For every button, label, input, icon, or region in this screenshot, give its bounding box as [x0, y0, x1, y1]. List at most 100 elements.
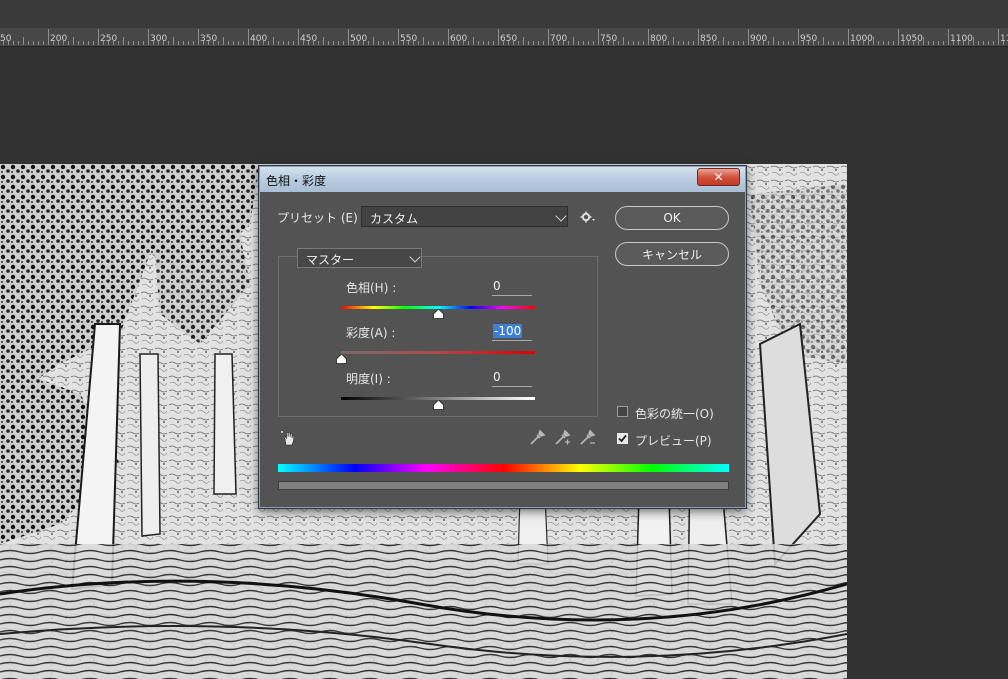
- ruler-tick-minor: [903, 41, 904, 45]
- ruler-tick-minor: [538, 41, 539, 45]
- ruler-tick-minor: [183, 41, 184, 45]
- ruler-tick-minor: [938, 41, 939, 45]
- lightness-field[interactable]: 0: [492, 370, 532, 387]
- ruler-tick-minor: [1003, 41, 1004, 45]
- eyedropper-minus-icon[interactable]: [578, 429, 596, 447]
- ruler-tick-minor: [58, 41, 59, 45]
- ruler-tick-major: [648, 29, 649, 45]
- ruler-tick-minor: [63, 41, 64, 45]
- ruler-tick-minor: [303, 41, 304, 45]
- ruler-tick-major: [548, 29, 549, 45]
- channel-select[interactable]: マスター: [297, 248, 422, 268]
- ruler-tick-minor: [778, 41, 779, 45]
- close-button[interactable]: ✕: [697, 168, 740, 186]
- ruler-tick-minor: [703, 41, 704, 45]
- ruler-tick-minor: [173, 37, 174, 45]
- ruler-tick-minor: [133, 41, 134, 45]
- ruler-tick-minor: [783, 41, 784, 45]
- ruler-tick-minor: [433, 41, 434, 45]
- ruler-tick-minor: [18, 41, 19, 45]
- colorize-label: 色彩の統一(O): [635, 407, 714, 421]
- ruler-tick-minor: [528, 41, 529, 45]
- ruler-tick-minor: [863, 41, 864, 45]
- ruler-tick-minor: [953, 41, 954, 45]
- ruler-tick-minor: [633, 41, 634, 45]
- preview-checkbox[interactable]: [617, 433, 628, 444]
- lightness-slider-thumb[interactable]: [432, 400, 444, 410]
- ruler-tick-minor: [988, 41, 989, 45]
- ruler-tick-minor: [483, 41, 484, 45]
- ruler-tick-minor: [493, 41, 494, 45]
- saturation-slider-track[interactable]: [341, 351, 535, 354]
- ruler-tick-major: [298, 29, 299, 45]
- ruler-tick-minor: [693, 41, 694, 45]
- eyedropper-plus-icon[interactable]: [553, 429, 571, 447]
- ruler-tick-major: [148, 29, 149, 45]
- ruler-tick-minor: [158, 41, 159, 45]
- ruler-tick-minor: [353, 41, 354, 45]
- ruler-tick-minor: [723, 37, 724, 45]
- ruler-tick-minor: [123, 37, 124, 45]
- ruler-tick-minor: [423, 37, 424, 45]
- chevron-down-icon: [555, 210, 567, 222]
- ruler-tick-major: [98, 29, 99, 45]
- saturation-field[interactable]: -100: [492, 324, 532, 341]
- cancel-button[interactable]: キャンセル: [615, 242, 729, 266]
- preset-select[interactable]: カスタム: [361, 206, 568, 227]
- ruler-tick-minor: [663, 41, 664, 45]
- ruler-tick-minor: [588, 41, 589, 45]
- ruler-tick-minor: [888, 41, 889, 45]
- adjustment-group: [278, 256, 598, 417]
- ruler-tick-minor: [968, 41, 969, 45]
- preview-label: プレビュー(P): [635, 434, 712, 448]
- hand-adjust-icon[interactable]: [280, 429, 298, 447]
- chevron-down-icon: [409, 251, 421, 263]
- dialog-title: 色相・彩度: [266, 174, 327, 188]
- ruler-tick-minor: [73, 37, 74, 45]
- ruler-tick-minor: [893, 41, 894, 45]
- ruler-tick-major: [848, 29, 849, 45]
- gear-icon[interactable]: [580, 210, 596, 224]
- ruler-tick-minor: [393, 41, 394, 45]
- ruler-tick-minor: [818, 41, 819, 45]
- ruler-tick-minor: [478, 41, 479, 45]
- hue-field[interactable]: 0: [492, 279, 532, 296]
- ruler-tick-minor: [713, 41, 714, 45]
- ruler-tick-minor: [718, 41, 719, 45]
- ruler-tick-minor: [933, 41, 934, 45]
- ok-button[interactable]: OK: [615, 206, 729, 230]
- ruler-tick-major: [398, 29, 399, 45]
- ruler-tick-minor: [228, 41, 229, 45]
- colorize-checkbox[interactable]: [617, 406, 628, 417]
- ruler-tick-minor: [613, 41, 614, 45]
- ruler-tick-minor: [28, 41, 29, 45]
- ruler-tick-minor: [263, 41, 264, 45]
- ruler-tick-minor: [38, 41, 39, 45]
- ruler-tick-minor: [238, 41, 239, 45]
- ruler-tick-major: [198, 29, 199, 45]
- dialog-titlebar[interactable]: 色相・彩度 ✕: [260, 167, 745, 192]
- ruler-tick-minor: [573, 37, 574, 45]
- ruler-tick-minor: [878, 41, 879, 45]
- saturation-slider-thumb[interactable]: [335, 354, 347, 364]
- eyedropper-icon[interactable]: [528, 429, 546, 447]
- ruler-label: 50: [0, 34, 12, 44]
- ruler-tick-minor: [668, 41, 669, 45]
- ruler-tick-minor: [908, 41, 909, 45]
- ruler-tick-minor: [68, 41, 69, 45]
- ruler-tick-minor: [458, 41, 459, 45]
- ruler-tick-minor: [453, 41, 454, 45]
- ruler-tick-minor: [23, 37, 24, 45]
- ruler-tick-minor: [858, 41, 859, 45]
- ruler-tick-minor: [113, 41, 114, 45]
- ruler-label: 115: [1000, 34, 1008, 44]
- ruler-tick-minor: [443, 41, 444, 45]
- ruler-tick-minor: [623, 37, 624, 45]
- ruler-tick-minor: [578, 41, 579, 45]
- ruler-tick-minor: [923, 37, 924, 45]
- ruler-tick-minor: [653, 41, 654, 45]
- hue-slider-thumb[interactable]: [432, 309, 444, 319]
- ruler-tick-minor: [488, 41, 489, 45]
- ruler-tick-minor: [813, 41, 814, 45]
- ruler-tick-minor: [358, 41, 359, 45]
